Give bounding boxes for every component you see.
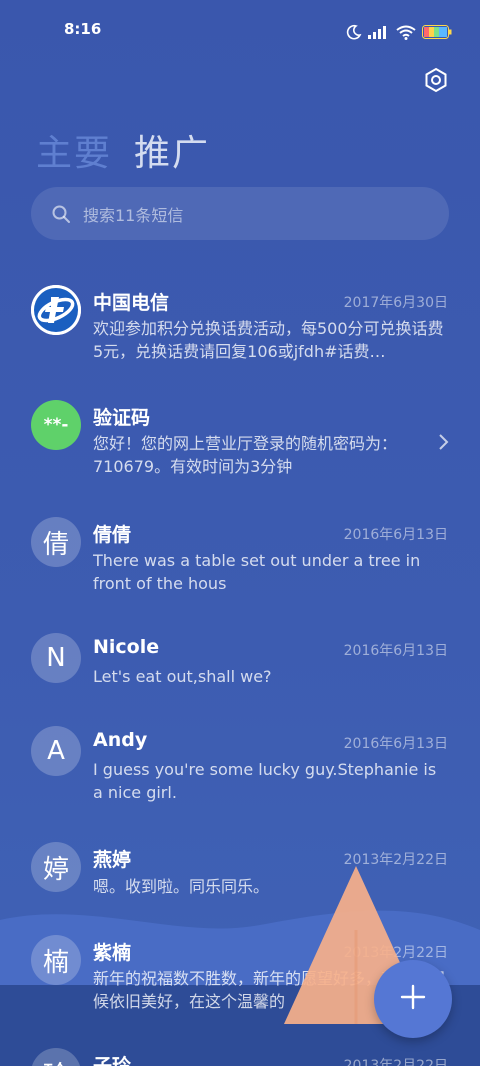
status-icons	[346, 22, 452, 42]
avatar: 倩	[31, 517, 81, 567]
avatar: A	[31, 726, 81, 776]
battery-icon	[422, 25, 452, 39]
conversation-row[interactable]: N Nicole 2016年6月13日 Let's eat out,shall …	[0, 633, 480, 703]
search-placeholder: 搜索11条短信	[83, 205, 184, 225]
status-time: 8:16	[64, 20, 102, 38]
conversation-row[interactable]: 婷 燕婷 2013年2月22日 嗯。收到啦。同乐同乐。	[0, 842, 480, 902]
message-preview: There was a table set out under a tree i…	[93, 551, 421, 593]
message-date: 2016年6月13日	[343, 643, 448, 659]
conversation-row[interactable]: 中国电信 2017年6月30日 欢迎参加积分兑换话费活动，每500分可兑换话费5…	[0, 285, 480, 385]
settings-hexagon-icon	[423, 67, 449, 97]
message-date: 2013年2月22日	[343, 945, 448, 961]
message-preview: 您好！您的网上营业厅登录的随机密码为：710679。有效时间为3分钟	[93, 434, 398, 476]
avatar: **-	[31, 400, 81, 450]
contact-name: 验证码	[93, 407, 151, 429]
search-icon	[51, 204, 71, 224]
compose-button[interactable]	[374, 960, 452, 1038]
conversation-row[interactable]: 倩 倩倩 2016年6月13日 There was a table set ou…	[0, 517, 480, 607]
chevron-right-icon[interactable]	[438, 433, 450, 455]
conversation-row[interactable]: A Andy 2016年6月13日 I guess you're some lu…	[0, 726, 480, 816]
tabs: 主要 推广	[36, 124, 210, 176]
messages-screen: 8:16 主要 推广 搜索11条短信 中国电信 2017年6月30日 欢迎参加积…	[0, 0, 480, 1066]
search-bar[interactable]: 搜索11条短信	[31, 187, 449, 240]
message-preview: 嗯。收到啦。同乐同乐。	[93, 877, 270, 896]
avatar: N	[31, 633, 81, 683]
contact-name: 紫楠	[93, 942, 132, 964]
message-date: 2017年6月30日	[343, 295, 448, 311]
status-bar: 8:16	[0, 0, 480, 62]
contact-name: 燕婷	[93, 849, 132, 871]
conversation-row[interactable]: 玲 子玲 2013年2月22日	[0, 1048, 480, 1066]
message-date: 2013年2月22日	[343, 1058, 448, 1066]
tab-main[interactable]: 主要	[36, 124, 112, 176]
avatar: 楠	[31, 935, 81, 985]
telecom-logo-icon	[31, 285, 81, 335]
avatar: 婷	[31, 842, 81, 892]
message-date: 2016年6月13日	[343, 736, 448, 752]
avatar: 玲	[31, 1048, 81, 1066]
signal-icon	[368, 25, 390, 39]
moon-icon	[346, 24, 362, 40]
conversation-row[interactable]: **- 验证码 您好！您的网上营业厅登录的随机密码为：710679。有效时间为3…	[0, 400, 480, 490]
contact-name: Andy	[93, 729, 148, 751]
message-preview: 欢迎参加积分兑换话费活动，每500分可兑换话费5元，兑换话费请回复106或jfd…	[93, 319, 444, 361]
tab-promotions[interactable]: 推广	[134, 124, 210, 176]
contact-name: 中国电信	[93, 292, 170, 314]
message-preview: Let's eat out,shall we?	[93, 667, 272, 686]
settings-button[interactable]	[422, 67, 450, 97]
message-date: 2016年6月13日	[343, 527, 448, 543]
wifi-icon	[396, 25, 416, 40]
contact-name: Nicole	[93, 636, 160, 658]
contact-name: 倩倩	[93, 524, 132, 546]
message-date: 2013年2月22日	[343, 852, 448, 868]
contact-name: 子玲	[93, 1055, 132, 1066]
plus-icon	[400, 984, 426, 1014]
message-preview: I guess you're some lucky guy.Stephanie …	[93, 760, 437, 802]
